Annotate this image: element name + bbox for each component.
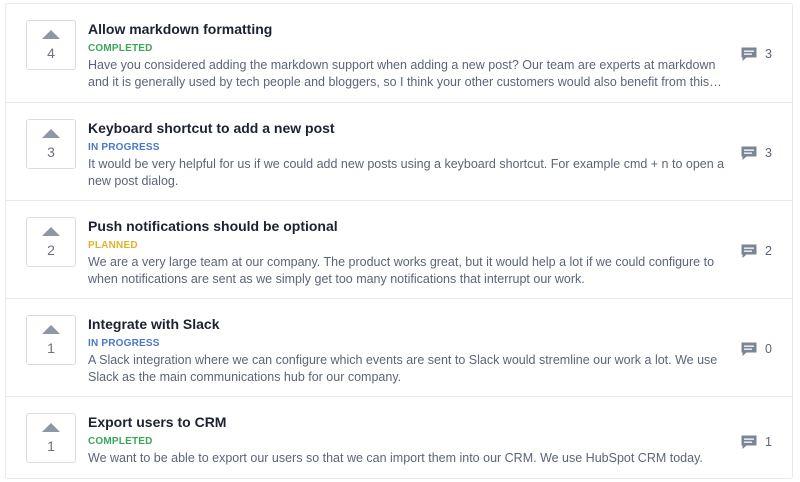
post-item[interactable]: 1 Integrate with Slack IN PROGRESS A Sla… bbox=[6, 298, 792, 396]
comment-icon bbox=[741, 342, 757, 356]
upvote-button[interactable]: 1 bbox=[26, 315, 76, 365]
vote-count: 2 bbox=[47, 242, 55, 258]
post-item[interactable]: 1 Export users to CRM COMPLETED We want … bbox=[6, 396, 792, 478]
post-content: Integrate with Slack IN PROGRESS A Slack… bbox=[88, 315, 738, 386]
vote-count: 3 bbox=[47, 144, 55, 160]
comment-icon bbox=[741, 47, 757, 61]
post-description: It would be very helpful for us if we co… bbox=[88, 157, 725, 188]
comment-icon bbox=[741, 435, 757, 449]
post-item[interactable]: 4 Allow markdown formatting COMPLETED Ha… bbox=[6, 4, 792, 102]
status-badge: COMPLETED bbox=[88, 43, 153, 54]
post-title[interactable]: Export users to CRM bbox=[88, 413, 738, 431]
post-content: Push notifications should be optional PL… bbox=[88, 217, 738, 288]
post-item[interactable]: 3 Keyboard shortcut to add a new post IN… bbox=[6, 102, 792, 200]
post-item[interactable]: 2 Push notifications should be optional … bbox=[6, 200, 792, 298]
upvote-arrow-icon bbox=[42, 227, 60, 236]
post-list: 4 Allow markdown formatting COMPLETED Ha… bbox=[5, 3, 793, 479]
post-title[interactable]: Allow markdown formatting bbox=[88, 20, 738, 38]
vote-count: 1 bbox=[47, 438, 55, 454]
comment-count[interactable]: 3 bbox=[740, 45, 790, 65]
upvote-button[interactable]: 1 bbox=[26, 413, 76, 463]
status-badge: IN PROGRESS bbox=[88, 338, 160, 349]
post-content: Allow markdown formatting COMPLETED Have… bbox=[88, 20, 738, 91]
comment-count[interactable]: 1 bbox=[740, 433, 790, 453]
comment-count-value: 1 bbox=[765, 435, 772, 449]
post-content: Export users to CRM COMPLETED We want to… bbox=[88, 413, 738, 467]
upvote-button[interactable]: 2 bbox=[26, 217, 76, 267]
comment-icon bbox=[741, 146, 757, 160]
comment-count-value: 3 bbox=[765, 47, 772, 61]
comment-count-value: 3 bbox=[765, 146, 772, 160]
status-badge: IN PROGRESS bbox=[88, 142, 160, 153]
vote-count: 1 bbox=[47, 340, 55, 356]
upvote-button[interactable]: 3 bbox=[26, 119, 76, 169]
post-description: We want to be able to export our users s… bbox=[88, 451, 703, 465]
post-description: Have you considered adding the markdown … bbox=[88, 58, 716, 89]
vote-count: 4 bbox=[47, 45, 55, 61]
post-description: We are a very large team at our company.… bbox=[88, 255, 715, 286]
upvote-arrow-icon bbox=[42, 129, 60, 138]
status-badge: PLANNED bbox=[88, 240, 138, 251]
comment-count-value: 0 bbox=[765, 342, 772, 356]
upvote-arrow-icon bbox=[42, 325, 60, 334]
comment-count[interactable]: 0 bbox=[740, 340, 790, 360]
upvote-arrow-icon bbox=[42, 30, 60, 39]
comment-count-value: 2 bbox=[765, 244, 772, 258]
status-badge: COMPLETED bbox=[88, 436, 153, 447]
comment-icon bbox=[741, 244, 757, 258]
post-title[interactable]: Push notifications should be optional bbox=[88, 217, 738, 235]
post-title[interactable]: Integrate with Slack bbox=[88, 315, 738, 333]
upvote-arrow-icon bbox=[42, 423, 60, 432]
post-content: Keyboard shortcut to add a new post IN P… bbox=[88, 119, 738, 190]
post-title[interactable]: Keyboard shortcut to add a new post bbox=[88, 119, 738, 137]
comment-count[interactable]: 2 bbox=[740, 242, 790, 262]
comment-count[interactable]: 3 bbox=[740, 144, 790, 164]
post-description: A Slack integration where we can configu… bbox=[88, 353, 718, 384]
upvote-button[interactable]: 4 bbox=[26, 20, 76, 70]
